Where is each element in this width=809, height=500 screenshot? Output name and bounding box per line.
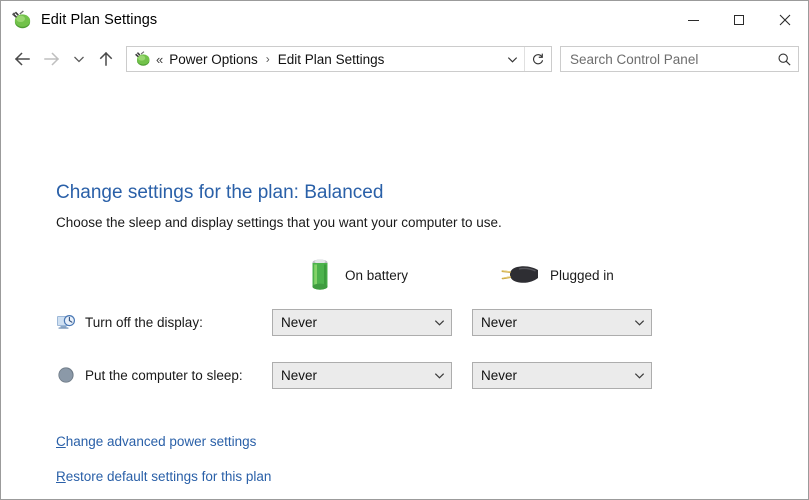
refresh-icon bbox=[533, 53, 544, 65]
link-change-advanced-power-settings[interactable]: Change advanced power settings bbox=[56, 434, 256, 449]
column-headers: On battery Plugged in bbox=[1, 254, 808, 296]
battery-icon bbox=[312, 259, 328, 290]
close-icon bbox=[779, 14, 791, 26]
power-options-icon bbox=[133, 50, 151, 68]
close-button[interactable] bbox=[762, 1, 808, 39]
column-label-plugged-in: Plugged in bbox=[550, 267, 614, 283]
address-bar: « Power Options › Edit Plan Settings Sea… bbox=[1, 39, 808, 79]
maximize-button[interactable] bbox=[716, 1, 762, 39]
chevron-down-icon bbox=[74, 56, 84, 63]
window-controls bbox=[670, 1, 808, 39]
setting-row: Turn off the display: Never Never bbox=[1, 307, 808, 337]
combo-value: Never bbox=[481, 367, 518, 383]
title-bar: Edit Plan Settings bbox=[1, 1, 808, 39]
breadcrumb-dropdown-button[interactable] bbox=[500, 47, 524, 71]
combo-turn-off-display-plugged-in[interactable]: Never bbox=[472, 308, 652, 336]
maximize-icon bbox=[734, 15, 744, 25]
combo-sleep-on-battery[interactable]: Never bbox=[272, 361, 452, 389]
page-title: Change settings for the plan: Balanced bbox=[56, 182, 384, 203]
chevron-down-icon bbox=[627, 316, 651, 329]
chevron-down-icon bbox=[507, 56, 517, 63]
combo-turn-off-display-on-battery[interactable]: Never bbox=[272, 308, 452, 336]
combo-value: Never bbox=[281, 367, 318, 383]
combo-value: Never bbox=[481, 314, 518, 330]
chevron-down-icon bbox=[427, 316, 451, 329]
chevron-down-icon bbox=[427, 369, 451, 382]
breadcrumb-overflow[interactable]: « bbox=[156, 52, 163, 67]
breadcrumb-item-edit-plan-settings[interactable]: Edit Plan Settings bbox=[278, 52, 385, 67]
refresh-button[interactable] bbox=[525, 47, 551, 71]
power-plug-icon bbox=[501, 266, 538, 283]
access-key: R bbox=[56, 469, 66, 484]
column-header-plugged-in: Plugged in bbox=[499, 254, 614, 296]
back-arrow-icon bbox=[14, 52, 30, 66]
window-title: Edit Plan Settings bbox=[41, 12, 158, 28]
breadcrumb-item-power-options[interactable]: Power Options bbox=[169, 52, 258, 67]
setting-row: Put the computer to sleep: Never Never bbox=[1, 360, 808, 390]
setting-label-put-computer-to-sleep: Put the computer to sleep: bbox=[85, 367, 243, 383]
forward-button[interactable] bbox=[37, 44, 67, 74]
recent-locations-button[interactable] bbox=[67, 44, 91, 74]
column-header-on-battery: On battery bbox=[306, 254, 408, 296]
link-text: hange advanced power settings bbox=[65, 434, 257, 449]
back-button[interactable] bbox=[7, 44, 37, 74]
content-area: Change settings for the plan: Balanced C… bbox=[1, 79, 808, 499]
combo-sleep-plugged-in[interactable]: Never bbox=[472, 361, 652, 389]
forward-arrow-icon bbox=[44, 52, 60, 66]
search-box[interactable]: Search Control Panel bbox=[560, 46, 799, 72]
column-label-on-battery: On battery bbox=[345, 267, 409, 283]
display-clock-icon bbox=[56, 312, 76, 332]
setting-label-turn-off-display: Turn off the display: bbox=[85, 314, 203, 330]
breadcrumb-separator: › bbox=[265, 52, 270, 66]
access-key: C bbox=[56, 434, 66, 449]
sleep-moon-icon bbox=[56, 365, 76, 385]
power-plug-battery-icon bbox=[10, 9, 32, 31]
breadcrumb[interactable]: « Power Options › Edit Plan Settings bbox=[126, 46, 552, 72]
edit-plan-settings-window: Edit Plan Settings « Power Options › Edi… bbox=[0, 0, 809, 500]
up-arrow-icon bbox=[99, 51, 113, 66]
combo-value: Never bbox=[281, 314, 318, 330]
up-button[interactable] bbox=[91, 44, 121, 74]
search-icon bbox=[777, 52, 791, 66]
page-subtitle: Choose the sleep and display settings th… bbox=[56, 215, 502, 230]
chevron-down-icon bbox=[627, 369, 651, 382]
minimize-icon bbox=[687, 19, 699, 21]
link-restore-default-settings[interactable]: Restore default settings for this plan bbox=[56, 469, 271, 484]
search-button[interactable] bbox=[770, 52, 798, 67]
link-text: estore default settings for this plan bbox=[65, 469, 272, 484]
search-input[interactable]: Search Control Panel bbox=[561, 52, 770, 67]
minimize-button[interactable] bbox=[670, 1, 716, 39]
